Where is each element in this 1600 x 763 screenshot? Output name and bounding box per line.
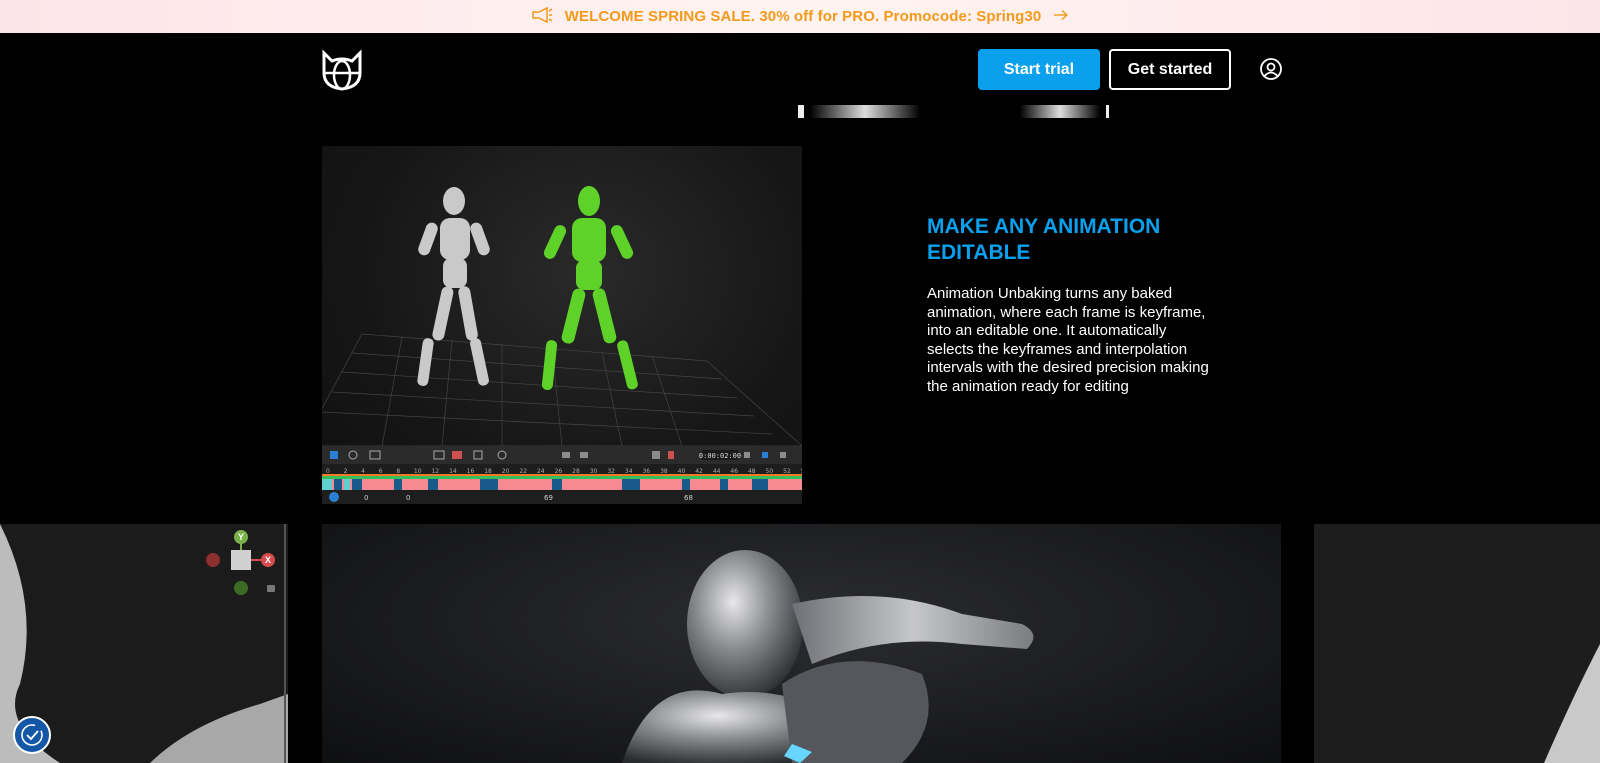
cat-globe-logo[interactable]	[320, 49, 364, 91]
ruler-tick-label: 16	[467, 468, 475, 475]
get-started-button[interactable]: Get started	[1109, 49, 1231, 90]
promo-text[interactable]: WELCOME SPRING SALE. 30% off for PRO. Pr…	[565, 8, 1042, 25]
start-trial-button[interactable]: Start trial	[978, 49, 1100, 90]
feature-title: MAKE ANY ANIMATION EDITABLE	[927, 215, 1161, 264]
timeline-footer: 0 0 69 68	[322, 490, 802, 504]
ruler-tick-label: 32	[607, 468, 615, 475]
promo-banner[interactable]: WELCOME SPRING SALE. 30% off for PRO. Pr…	[0, 0, 1600, 33]
ruler-tick-label: 14	[449, 468, 457, 475]
ruler-tick-label: 0	[326, 468, 330, 475]
megaphone-icon	[531, 6, 553, 28]
ruler-tick-label: 52	[783, 468, 791, 475]
cookie-settings-icon[interactable]	[13, 716, 51, 754]
timeline-toolbar: 0:00:02:00	[322, 446, 802, 464]
ruler-tick-label: 24	[537, 468, 545, 475]
ruler-tick-label: 30	[590, 468, 598, 475]
ruler-tick-label: 6	[379, 468, 383, 475]
timeline-ruler: 0 2 4 6 8 10 12 14 16 18 20 22 24 26 28 30 32 34 36 38 40 42 4…	[322, 464, 802, 476]
ruler-tick-label: 48	[748, 468, 756, 475]
ruler-tick-label: 28	[572, 468, 580, 475]
axis-x-label: X	[265, 555, 271, 565]
ruler-tick-label: 42	[695, 468, 703, 475]
svg-text:68: 68	[684, 494, 693, 502]
ruler-tick-label: 26	[555, 468, 563, 475]
svg-text:69: 69	[544, 494, 553, 502]
ruler-tick-label: 38	[660, 468, 668, 475]
ruler-tick-label: 44	[713, 468, 721, 475]
axis-y-label: Y	[238, 532, 244, 542]
svg-text:0: 0	[364, 494, 368, 502]
decorative-strip	[790, 105, 1110, 118]
feature-description: Animation Unbaking turns any baked anima…	[927, 285, 1209, 395]
viewport-right-panel	[1314, 524, 1600, 763]
ruler-tick-label: 20	[502, 468, 510, 475]
ruler-tick-label: 2	[344, 468, 348, 475]
ruler-tick-label: 34	[625, 468, 633, 475]
timeline-time: 0:00:02:00	[699, 452, 741, 460]
ruler-tick-label: 50	[766, 468, 774, 475]
svg-text:0: 0	[406, 494, 410, 502]
animation-preview: 0:00:02:00 0 2 4 6 8 10 12 14 16 18 20 22 24 26 28 30 32…	[322, 146, 802, 504]
ruler-tick-label: 46	[730, 468, 738, 475]
ruler-tick-label: 36	[642, 468, 650, 475]
ruler-tick-label: 40	[678, 468, 686, 475]
ruler-tick-label: 10	[414, 468, 422, 475]
hero-robot-image	[322, 524, 1281, 763]
site-header: Start trial Get started	[0, 33, 1600, 105]
ruler-tick-label: 18	[484, 468, 492, 475]
ruler-tick-label: 8	[396, 468, 400, 475]
grey-mannequin	[417, 187, 490, 386]
ruler-tick-label: 5	[801, 468, 802, 475]
axis-gizmo[interactable]: Y X	[205, 530, 280, 600]
ruler-tick-label: 12	[431, 468, 439, 475]
timeline-keyframes	[322, 476, 802, 490]
ruler-tick-label: 4	[361, 468, 365, 475]
viewport-grid	[322, 186, 802, 447]
ruler-tick-label: 22	[519, 468, 527, 475]
arrow-right-icon[interactable]	[1053, 9, 1069, 25]
user-icon[interactable]	[1259, 57, 1283, 81]
green-mannequin	[541, 186, 638, 390]
